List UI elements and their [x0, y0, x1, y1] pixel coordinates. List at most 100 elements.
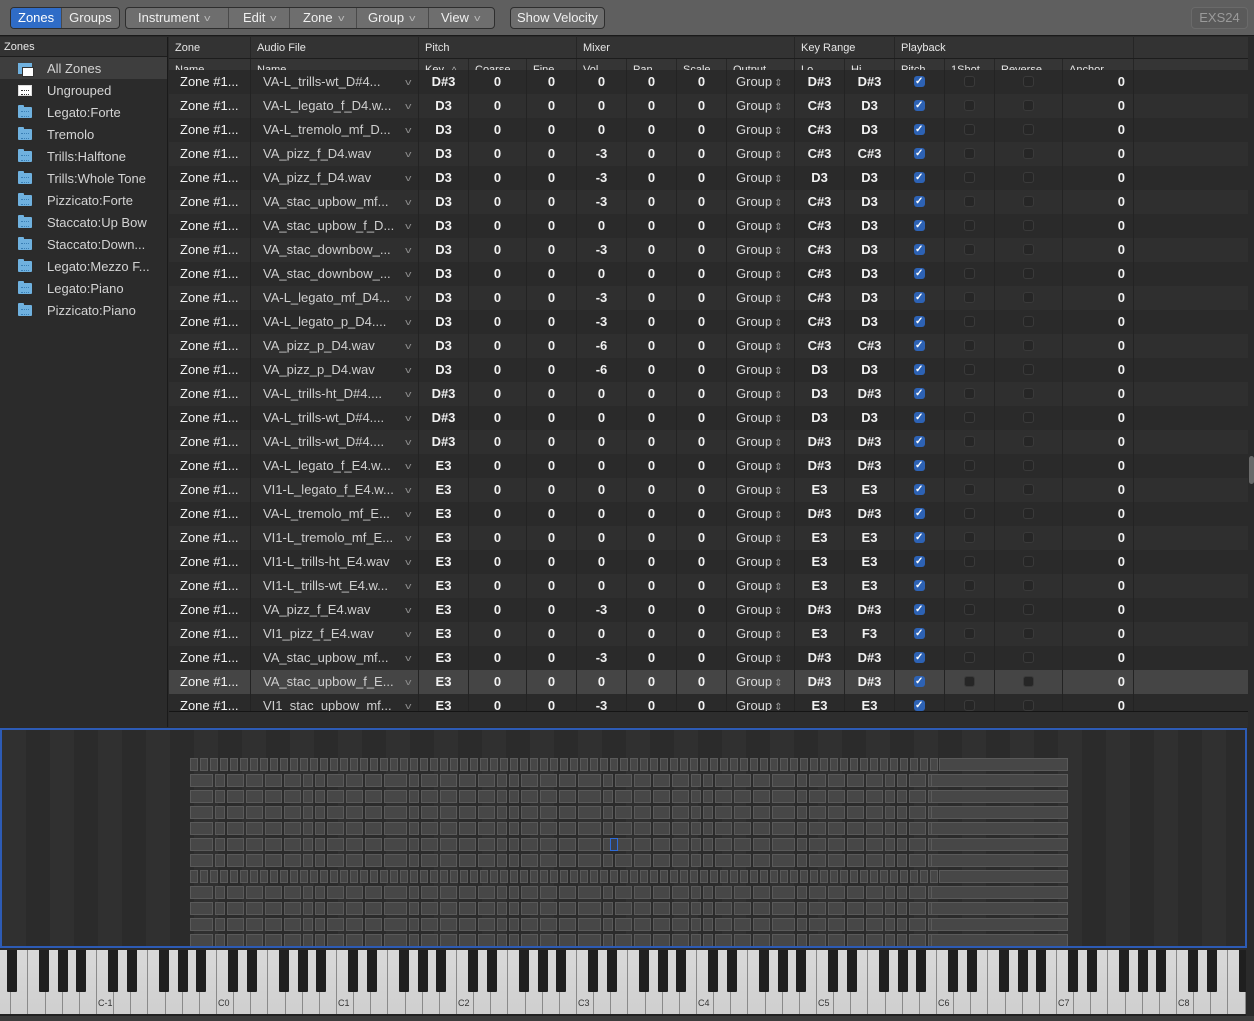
zone-block[interactable] [670, 758, 678, 771]
key-range-lo-cell[interactable]: D#3 [795, 670, 845, 694]
zone-block[interactable] [640, 870, 648, 883]
zone-block[interactable] [634, 838, 651, 851]
zone-block[interactable] [691, 838, 701, 851]
zone-block[interactable] [750, 870, 758, 883]
oneshot-checkbox[interactable] [964, 220, 975, 232]
zone-block[interactable] [478, 934, 495, 946]
black-key[interactable] [367, 950, 377, 992]
zone-block[interactable] [521, 838, 538, 851]
zone-block[interactable] [703, 822, 713, 835]
table-row[interactable]: Zone #1... VA-L_tremolo_mf_D... v D3 0 0 0 0 0 Gr… [169, 118, 1248, 142]
zone-block[interactable] [615, 774, 632, 787]
fine-cell[interactable]: 0 [527, 382, 577, 406]
key-cell[interactable]: D3 [419, 118, 469, 142]
zone-name-cell[interactable]: Zone #1... [169, 382, 251, 406]
zone-block[interactable] [797, 918, 807, 931]
anchor-cell[interactable]: 0 [1063, 214, 1134, 238]
zone-block[interactable] [459, 790, 476, 803]
zone-block[interactable] [909, 806, 926, 819]
zone-block[interactable] [772, 774, 795, 787]
zone-block[interactable] [660, 758, 668, 771]
zone-name-cell[interactable]: Zone #1... [169, 214, 251, 238]
anchor-cell[interactable]: 0 [1063, 286, 1134, 310]
key-cell[interactable]: E3 [419, 574, 469, 598]
zone-block[interactable] [610, 758, 618, 771]
zone-block[interactable] [315, 902, 325, 915]
scale-cell[interactable]: 0 [677, 598, 727, 622]
zone-block[interactable] [810, 870, 818, 883]
chevron-down-icon[interactable]: v [405, 454, 411, 478]
sidebar-item[interactable]: Ungrouped [0, 79, 167, 101]
scale-cell[interactable]: 0 [677, 526, 727, 550]
zone-block[interactable] [210, 758, 218, 771]
zone-block[interactable] [734, 902, 751, 915]
reverse-checkbox[interactable] [1023, 364, 1034, 376]
zone-block[interactable] [303, 902, 313, 915]
zone-block[interactable] [540, 822, 557, 835]
black-key[interactable] [436, 950, 447, 992]
audio-file-cell[interactable]: VA-L_trills-wt_D#4.... v [251, 430, 419, 454]
key-cell[interactable]: E3 [419, 478, 469, 502]
fine-cell[interactable]: 0 [527, 94, 577, 118]
zone-block[interactable] [459, 806, 476, 819]
zone-block[interactable] [365, 790, 382, 803]
zone-block[interactable] [753, 934, 770, 946]
zone-block[interactable] [290, 758, 298, 771]
black-key[interactable] [947, 950, 958, 992]
pitch-checkbox[interactable] [914, 118, 925, 142]
zone-name-cell[interactable]: Zone #1... [169, 430, 251, 454]
audio-file-cell[interactable]: VA_pizz_f_E4.wav v [251, 598, 419, 622]
zone-block[interactable] [190, 886, 213, 899]
zone-block[interactable] [578, 854, 601, 867]
chevron-down-icon[interactable]: v [405, 406, 411, 430]
zone-block[interactable] [603, 886, 613, 899]
zone-block[interactable] [578, 838, 601, 851]
zone-block[interactable] [384, 806, 407, 819]
zone-block[interactable] [710, 870, 718, 883]
zone-block[interactable] [240, 870, 248, 883]
chevron-down-icon[interactable]: v [405, 262, 411, 286]
coarse-cell[interactable]: 0 [469, 526, 527, 550]
pitch-checkbox[interactable] [914, 334, 925, 358]
zone-block[interactable] [421, 934, 438, 946]
zone-block[interactable] [265, 854, 282, 867]
black-key[interactable] [796, 950, 807, 992]
zone-block[interactable] [715, 806, 732, 819]
pitch-checkbox[interactable] [914, 190, 925, 214]
zone-block[interactable] [346, 934, 363, 946]
zone-block[interactable] [509, 854, 519, 867]
zone-block[interactable] [320, 870, 328, 883]
table-row[interactable]: Zone #1... VA_stac_downbow_... v D3 0 0 -3 0 0 Gr… [169, 238, 1248, 262]
zone-block[interactable] [691, 774, 701, 787]
vol-cell[interactable]: -3 [577, 238, 627, 262]
zone-block[interactable] [346, 806, 363, 819]
oneshot-checkbox[interactable] [964, 76, 975, 88]
zone-block[interactable] [190, 822, 213, 835]
zone-block[interactable] [390, 758, 398, 771]
pan-cell[interactable]: 0 [627, 238, 677, 262]
zone-block[interactable] [190, 758, 198, 771]
vol-cell[interactable]: 0 [577, 70, 627, 94]
zone-block[interactable] [885, 774, 895, 787]
zone-block[interactable] [715, 886, 732, 899]
table-row[interactable]: Zone #1... VA_stac_upbow_f_E... v E3 0 0 0 0 0 Gr… [169, 670, 1248, 694]
coarse-cell[interactable]: 0 [469, 286, 527, 310]
sidebar-item[interactable]: Legato:Forte [0, 101, 167, 123]
zone-block[interactable] [521, 902, 538, 915]
group-menu[interactable]: Group v [357, 8, 429, 28]
output-select[interactable]: Group ⇕ [727, 550, 795, 574]
fine-cell[interactable]: 0 [527, 622, 577, 646]
output-select[interactable]: Group ⇕ [727, 478, 795, 502]
piano-keyboard[interactable]: C-1 C0 C1 C2 C3 C4 C5 C6 C7 C8 [0, 950, 1246, 1016]
zone-block[interactable] [734, 790, 751, 803]
pitch-checkbox[interactable] [914, 622, 925, 646]
zone-block[interactable] [809, 838, 826, 851]
zone-block[interactable] [380, 758, 388, 771]
zone-block[interactable] [303, 790, 313, 803]
anchor-cell[interactable]: 0 [1063, 310, 1134, 334]
zone-block[interactable] [760, 758, 768, 771]
key-range-hi-cell[interactable]: C#3 [845, 142, 895, 166]
zone-block[interactable] [740, 870, 748, 883]
zone-block[interactable] [578, 790, 601, 803]
zone-block[interactable] [559, 774, 576, 787]
